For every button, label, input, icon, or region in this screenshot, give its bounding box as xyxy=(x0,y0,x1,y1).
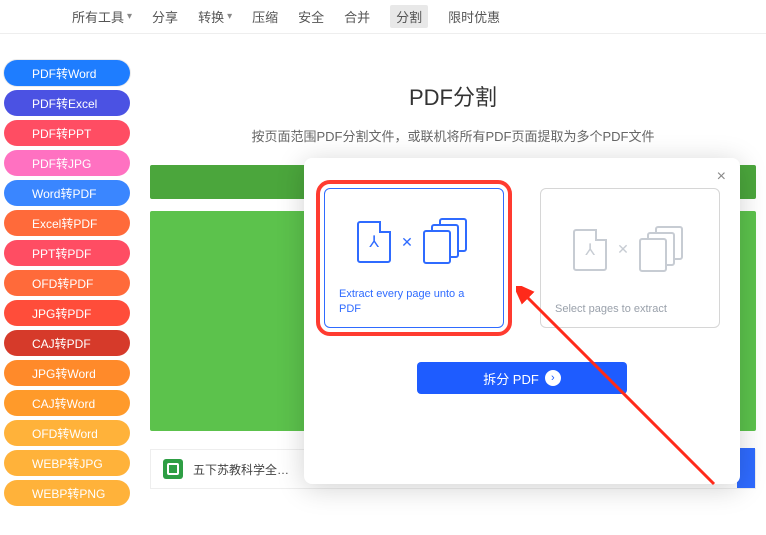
sidebar-item-label: PDF转Excel xyxy=(32,95,97,112)
sidebar-item-10[interactable]: JPG转Word xyxy=(4,360,130,386)
tool-icon xyxy=(13,127,25,139)
tool-icon xyxy=(13,427,25,439)
sidebar-item-label: PDF转Word xyxy=(32,65,96,82)
nav-security[interactable]: 安全 xyxy=(298,7,324,26)
option-label: Extract every page unto a PDF xyxy=(339,287,489,317)
split-pdf-button[interactable]: 拆分 PDF › xyxy=(417,362,627,394)
sidebar-item-2[interactable]: PDF转PPT xyxy=(4,120,130,146)
sidebar-item-label: PDF转PPT xyxy=(32,125,91,142)
nav-convert[interactable]: 转换▾ xyxy=(198,7,232,26)
tool-icon xyxy=(13,247,25,259)
chevron-down-icon: ▾ xyxy=(227,11,232,22)
sidebar-item-label: Word转PDF xyxy=(32,185,96,202)
nav-promo[interactable]: 限时优惠 xyxy=(448,7,500,26)
tool-icon xyxy=(13,487,25,499)
top-nav: 所有工具▾ 分享 转换▾ 压缩 安全 合并 分割 限时优惠 xyxy=(0,0,766,34)
nav-compress[interactable]: 压缩 xyxy=(252,7,278,26)
tool-icon xyxy=(13,277,25,289)
sidebar-item-3[interactable]: PDF转JPG xyxy=(4,150,130,176)
tool-icon xyxy=(13,337,25,349)
tool-icon xyxy=(13,97,25,109)
sidebar-item-label: PDF转JPG xyxy=(32,155,91,172)
sidebar-item-1[interactable]: PDF转Excel xyxy=(4,90,130,116)
sidebar-item-12[interactable]: OFD转Word xyxy=(4,420,130,446)
tool-icon xyxy=(13,457,25,469)
split-modal: × ⅄ ✕ Extract every page unto a PDF ⅄ ✕ … xyxy=(304,158,740,484)
tool-icon xyxy=(13,67,25,79)
sidebar: PDF转Word PDF转Excel PDF转PPT PDF转JPG Word转PDF E… xyxy=(4,60,130,510)
page-subtitle: 按页面范围PDF分割文件，或联机将所有PDF页面提取为多个PDF文件 xyxy=(150,126,756,145)
nav-merge[interactable]: 合并 xyxy=(344,7,370,26)
sidebar-item-0[interactable]: PDF转Word xyxy=(4,60,130,86)
sidebar-item-8[interactable]: JPG转PDF xyxy=(4,300,130,326)
sidebar-item-11[interactable]: CAJ转Word xyxy=(4,390,130,416)
sidebar-item-6[interactable]: PPT转PDF xyxy=(4,240,130,266)
file-name: 五下苏教科学全… xyxy=(193,461,289,478)
close-icon[interactable]: × xyxy=(717,168,726,186)
chevron-down-icon: ▾ xyxy=(127,11,132,22)
sidebar-item-label: OFD转Word xyxy=(32,425,98,442)
option-label: Select pages to extract xyxy=(555,302,705,317)
tool-icon xyxy=(13,307,25,319)
sidebar-item-label: OFD转PDF xyxy=(32,275,93,292)
sidebar-item-5[interactable]: Excel转PDF xyxy=(4,210,130,236)
nav-share[interactable]: 分享 xyxy=(152,7,178,26)
sidebar-item-7[interactable]: OFD转PDF xyxy=(4,270,130,296)
nav-all-tools[interactable]: 所有工具▾ xyxy=(72,7,132,26)
sidebar-item-14[interactable]: WEBP转PNG xyxy=(4,480,130,506)
sidebar-item-13[interactable]: WEBP转JPG xyxy=(4,450,130,476)
option-select-pages[interactable]: ⅄ ✕ Select pages to extract xyxy=(540,188,720,328)
tool-icon xyxy=(13,187,25,199)
sidebar-item-4[interactable]: Word转PDF xyxy=(4,180,130,206)
sidebar-item-label: JPG转PDF xyxy=(32,305,91,322)
x-icon: ✕ xyxy=(617,241,629,258)
sidebar-item-9[interactable]: CAJ转PDF xyxy=(4,330,130,356)
sidebar-item-label: JPG转Word xyxy=(32,365,96,382)
x-icon: ✕ xyxy=(401,234,413,251)
arrow-right-icon: › xyxy=(545,370,561,386)
sidebar-item-label: PPT转PDF xyxy=(32,245,91,262)
page-title: PDF分割 xyxy=(150,80,756,112)
sidebar-item-label: Excel转PDF xyxy=(32,215,97,232)
tool-icon xyxy=(13,397,25,409)
tool-icon xyxy=(13,367,25,379)
tool-icon xyxy=(13,157,25,169)
option-extract-every-page[interactable]: ⅄ ✕ Extract every page unto a PDF xyxy=(324,188,504,328)
file-icon xyxy=(163,459,183,479)
sidebar-item-label: WEBP转PNG xyxy=(32,485,105,502)
nav-split[interactable]: 分割 xyxy=(390,5,428,28)
tool-icon xyxy=(13,217,25,229)
sidebar-item-label: WEBP转JPG xyxy=(32,455,103,472)
sidebar-item-label: CAJ转PDF xyxy=(32,335,91,352)
sidebar-item-label: CAJ转Word xyxy=(32,395,95,412)
